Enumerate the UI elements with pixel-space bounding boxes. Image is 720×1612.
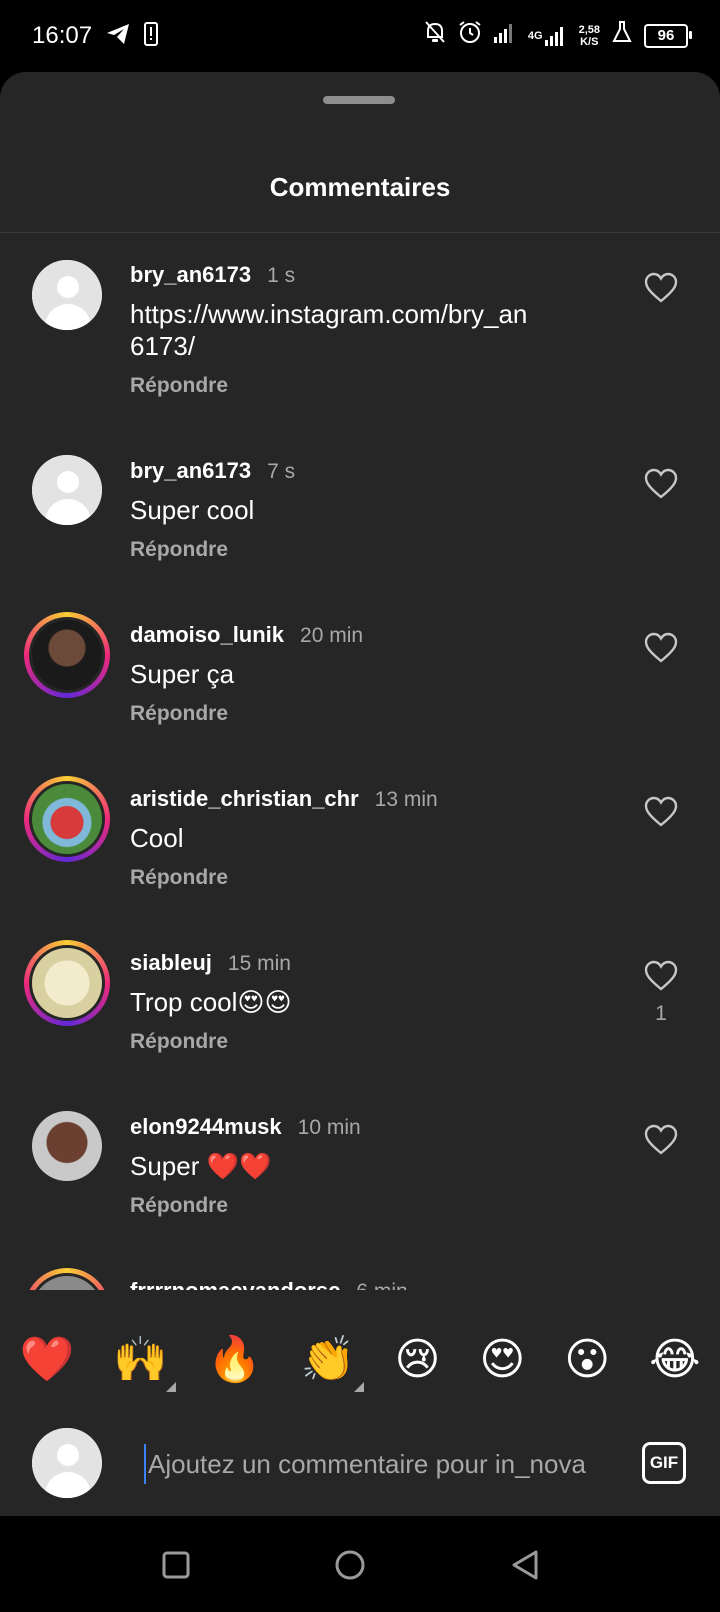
reply-button[interactable]: Répondre [130,866,228,890]
signal-icon [493,22,516,50]
default-avatar-icon [32,260,102,330]
reply-button[interactable]: Répondre [130,538,228,562]
network-speed: 2,58 K/S [579,24,600,48]
comment-text[interactable]: Super cool [130,494,540,526]
emoji-crying-button[interactable]: 😢 [395,1336,441,1384]
comment-time: 15 min [227,952,291,975]
comment-time: 20 min [300,624,364,647]
reply-button[interactable]: Répondre [130,1194,228,1218]
status-bar: 16:07 4G 2,58 K/S 96 [0,0,720,72]
comment-item: bry_an6173 1 s https://www.instagram.com… [0,234,720,430]
emoji-heart-eyes-button[interactable]: 😍 [479,1336,525,1384]
reply-button[interactable]: Répondre [130,374,228,398]
comment-item: elon9244musk 10 min Super ❤️❤️ Répondre [0,1086,720,1250]
phone-alert-icon [144,22,158,53]
default-avatar-icon [32,455,102,525]
avatar-story-ring[interactable] [24,1268,110,1290]
avatar[interactable] [32,260,102,330]
comment-item: bry_an6173 7 s Super cool Répondre [0,430,720,594]
recent-apps-icon[interactable] [159,1548,193,1582]
emoji-heart-button[interactable]: ❤️ [19,1336,74,1384]
avatar-story-ring[interactable] [24,776,110,862]
reply-button[interactable]: Répondre [130,1030,228,1054]
avatar-story-ring[interactable] [24,940,110,1026]
emoji-laughing-button[interactable]: 😂 [649,1336,700,1384]
sheet-title: Commentaires [269,172,451,202]
gif-button[interactable]: GIF [642,1442,686,1484]
emoji-fire-button[interactable]: 🔥 [207,1336,262,1384]
emoji-quick-bar: ❤️ 🙌 🔥 👏 😢 😍 😮 😂 [0,1310,720,1410]
mobile-data-icon: 4G [528,22,567,50]
comment-time: 10 min [297,1116,361,1139]
reply-button[interactable]: Répondre [130,702,228,726]
like-heart-icon[interactable] [644,796,678,828]
comment-composer: GIF [0,1410,720,1516]
like-count: 1 [655,1002,667,1025]
drag-handle[interactable] [323,96,395,104]
avatar[interactable] [32,455,102,525]
comment-username[interactable]: bry_an6173 [130,458,251,484]
battery-level: 96 [657,27,675,44]
avatar-story-ring[interactable] [24,612,110,698]
skin-tone-indicator-icon [353,1382,364,1392]
comment-input[interactable] [144,1444,618,1484]
notifications-off-icon [424,20,446,51]
comments-sheet: Commentaires bry_an6173 1 s https://www.… [0,72,720,1516]
comment-username[interactable]: bry_an6173 [130,262,251,288]
like-heart-icon[interactable] [644,632,678,664]
like-heart-icon[interactable] [644,960,678,992]
comment-username[interactable]: aristide_christian_chr [130,786,359,812]
comment-username[interactable]: damoiso_lunik [130,622,284,648]
home-icon[interactable] [333,1548,367,1582]
like-heart-icon[interactable] [644,1124,678,1156]
emoji-label: 👏 [300,1335,356,1384]
comment-time: 6 min [356,1280,407,1290]
like-heart-icon[interactable] [644,468,678,500]
comment-text[interactable]: Trop cool😍😍 [130,986,540,1018]
lab-flask-icon [612,21,632,50]
emoji-label: 🙌 [113,1335,169,1384]
avatar-photo [32,620,102,690]
comment-time: 7 s [267,460,296,483]
comment-time: 1 s [267,264,296,287]
system-navigation-bar [0,1516,720,1612]
emoji-raising-hands-button[interactable]: 🙌 [113,1335,177,1392]
comment-text[interactable]: Cool [130,822,540,854]
default-avatar-icon [32,1428,102,1498]
avatar-photo [32,784,102,854]
comment-username[interactable]: siableuj [130,950,212,976]
divider [0,232,720,233]
comment-time: 13 min [374,788,438,811]
network-speed-unit: K/S [580,35,599,48]
back-icon[interactable] [509,1548,543,1582]
comment-username[interactable]: elon9244musk [130,1114,282,1140]
my-avatar [32,1428,102,1498]
battery-icon: 96 [644,23,692,48]
avatar-photo [32,948,102,1018]
skin-tone-indicator-icon [166,1382,177,1392]
comment-item-partial: frrrrnomacvandorsc 6 min [0,1250,720,1290]
avatar-photo [32,1276,102,1290]
comment-item: aristide_christian_chr 13 min Cool Répon… [0,758,720,922]
network-type: 4G [527,29,543,42]
comment-item: siableuj 15 min Trop cool😍😍 Répondre 1 [0,922,720,1086]
like-heart-icon[interactable] [644,272,678,304]
network-speed-value: 2,58 [578,23,600,36]
avatar-photo [32,1111,102,1181]
avatar[interactable] [32,1111,102,1181]
comment-item: damoiso_lunik 20 min Super ça Répondre [0,594,720,758]
comment-username[interactable]: frrrrnomacvandorsc [130,1278,340,1290]
status-time: 16:07 [32,22,93,49]
telegram-icon [106,23,130,52]
alarm-icon [458,20,482,51]
comment-list[interactable]: bry_an6173 1 s https://www.instagram.com… [0,234,720,1384]
comment-text[interactable]: https://www.instagram.com/bry_an6173/ [130,298,540,362]
comment-text[interactable]: Super ❤️❤️ [130,1150,540,1182]
comment-text[interactable]: Super ça [130,658,540,690]
emoji-surprised-button[interactable]: 😮 [564,1336,610,1384]
emoji-clapping-button[interactable]: 👏 [300,1335,364,1392]
